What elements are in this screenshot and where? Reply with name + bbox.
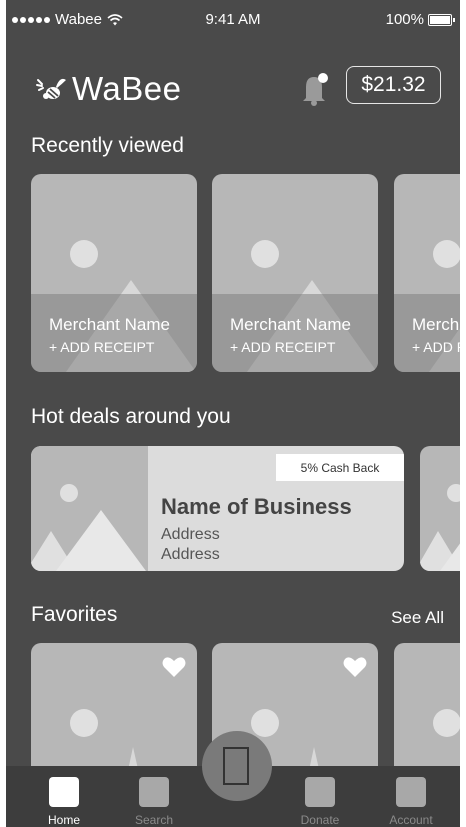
recent-card[interactable]: Merchant Name + ADD RECEIPT bbox=[31, 174, 197, 372]
deal-image bbox=[31, 446, 148, 571]
merchant-name: Merchant Name bbox=[230, 315, 351, 334]
business-address: Address bbox=[161, 546, 220, 563]
business-address: Address bbox=[161, 526, 220, 543]
status-bar: Wabee 9:41 AM 100% bbox=[6, 0, 460, 40]
notification-bell-icon[interactable] bbox=[298, 72, 330, 106]
add-receipt-link[interactable]: + ADD RECEIPT bbox=[49, 339, 154, 355]
image-placeholder-icon bbox=[31, 484, 146, 571]
add-receipt-link[interactable]: + ADD RECEIPT bbox=[230, 339, 335, 355]
deal-card[interactable]: 5% Cash Back Name of Business Address Ad… bbox=[31, 446, 404, 571]
balance-button[interactable]: $21.32 bbox=[346, 66, 441, 104]
tab-donate[interactable]: Donate bbox=[285, 777, 355, 827]
account-icon bbox=[396, 777, 426, 807]
app-screen: Wabee 9:41 AM 100% WaBee $21.32 Recently… bbox=[6, 0, 460, 827]
logo-text: WaBee bbox=[72, 70, 182, 107]
app-logo: WaBee bbox=[34, 70, 182, 108]
recent-card[interactable]: Merchant Name + ADD RECEIPT bbox=[394, 174, 460, 372]
status-right: 100% bbox=[385, 11, 455, 28]
battery-icon bbox=[428, 13, 455, 26]
tab-account[interactable]: Account bbox=[376, 777, 446, 827]
hot-deals-title: Hot deals around you bbox=[31, 405, 231, 428]
battery-percent: 100% bbox=[385, 11, 424, 28]
tab-label: Account bbox=[389, 813, 433, 827]
see-all-link[interactable]: See All bbox=[391, 608, 444, 628]
merchant-name: Merchant Name bbox=[412, 315, 460, 334]
tab-home[interactable]: Home bbox=[29, 777, 99, 827]
receipt-icon bbox=[223, 747, 249, 785]
heart-icon[interactable] bbox=[343, 656, 367, 678]
recently-viewed-title: Recently viewed bbox=[31, 134, 184, 157]
business-name: Name of Business bbox=[161, 494, 352, 519]
heart-icon[interactable] bbox=[162, 656, 186, 678]
tab-label: Donate bbox=[300, 813, 340, 827]
bee-icon bbox=[36, 78, 66, 99]
favorites-title: Favorites bbox=[31, 603, 118, 626]
tab-label: Search bbox=[134, 813, 174, 827]
deal-card[interactable] bbox=[420, 446, 460, 571]
recent-card[interactable]: Merchant Name + ADD RECEIPT bbox=[212, 174, 378, 372]
merchant-name: Merchant Name bbox=[49, 315, 170, 334]
image-placeholder-icon bbox=[420, 484, 460, 571]
tab-search[interactable]: Search bbox=[119, 777, 189, 827]
cashback-badge: 5% Cash Back bbox=[276, 454, 404, 481]
home-icon bbox=[49, 777, 79, 807]
search-icon bbox=[139, 777, 169, 807]
scan-receipt-button[interactable] bbox=[202, 731, 272, 801]
add-receipt-link[interactable]: + ADD RECEIPT bbox=[412, 339, 460, 355]
donate-icon bbox=[305, 777, 335, 807]
tab-label: Home bbox=[47, 813, 80, 827]
